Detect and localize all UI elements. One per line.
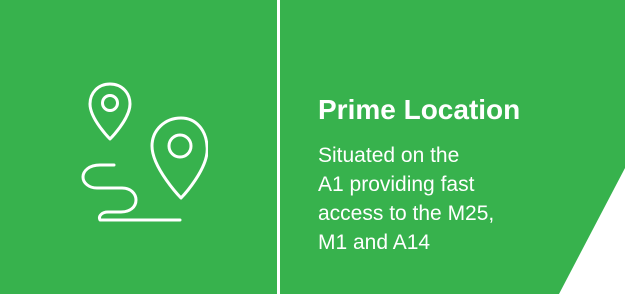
description-line: Situated on the — [318, 144, 460, 167]
description-line: A1 providing fast — [318, 173, 475, 196]
description-line: M1 and A14 — [318, 231, 431, 254]
feature-description: Situated on the A1 providing fast access t… — [318, 141, 548, 257]
description-line: access to the M25, — [318, 202, 495, 225]
tile-divider — [277, 0, 280, 294]
map-pins-route-icon — [78, 82, 208, 222]
icon-tile — [0, 0, 277, 294]
feature-banner: Prime Location Situated on the A1 providi… — [0, 0, 625, 294]
feature-title: Prime Location — [318, 94, 521, 125]
